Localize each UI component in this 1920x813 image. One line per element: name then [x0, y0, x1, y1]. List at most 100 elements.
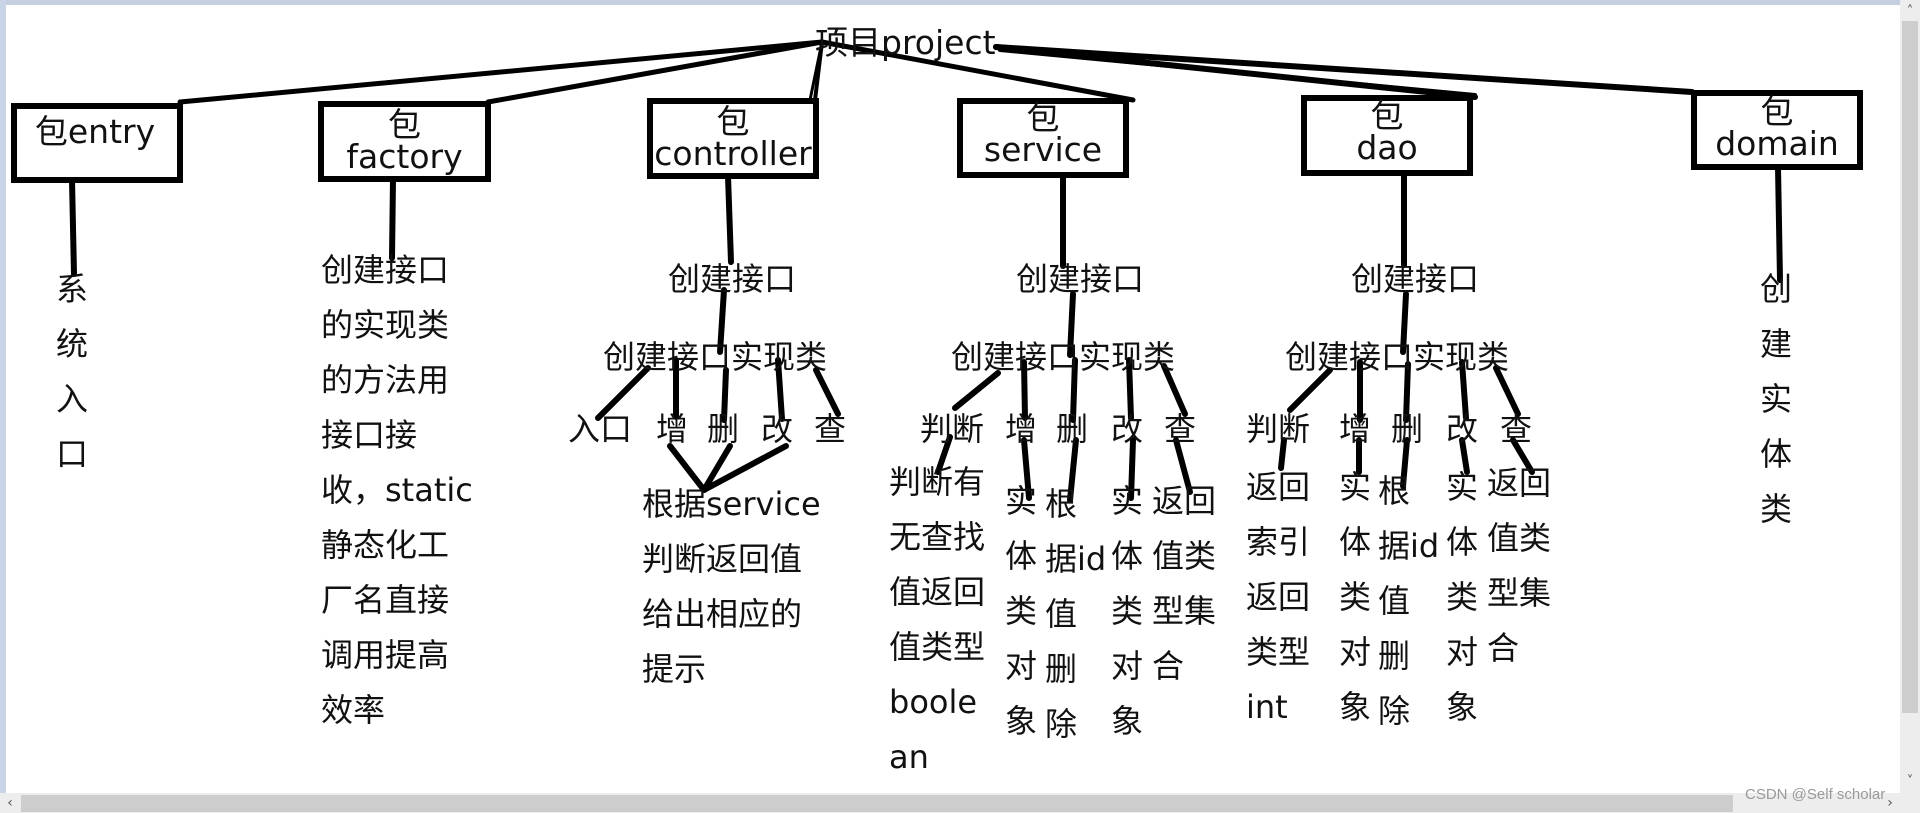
dao-method-query: 查 [1500, 410, 1533, 448]
dao-detail-line: 实 [1446, 468, 1479, 506]
dao-detail-line: 实 [1339, 468, 1372, 506]
dao-detail-line: 型集 [1487, 574, 1552, 612]
factory-desc-line: 效率 [321, 691, 386, 729]
controller-note-line: 根据service [642, 485, 821, 523]
dao-detail-line: 象 [1339, 688, 1372, 726]
controller-note-line: 给出相应的 [642, 595, 803, 633]
dao-detail-line: 体 [1339, 523, 1372, 561]
package-factory-label: 包 factory [324, 108, 485, 173]
service-detail-line: 类 [1005, 592, 1038, 630]
dao-method-add: 增 [1339, 410, 1372, 448]
service-detail-line: an [889, 738, 929, 776]
package-dao-label: 包 dao [1307, 99, 1467, 167]
dao-detail-line: 对 [1446, 633, 1479, 671]
horizontal-scroll-thumb[interactable] [21, 795, 1733, 812]
dao-method-update: 改 [1446, 410, 1479, 448]
package-entry-title: 包entry [34, 112, 156, 151]
service-detail-line: 象 [1005, 702, 1038, 740]
edge-controller-iface [725, 173, 734, 265]
controller-impl-label: 创建接口实现类 [603, 338, 828, 376]
service-impl-label: 创建接口实现类 [951, 338, 1176, 376]
service-detail-line: 值 [1045, 595, 1078, 633]
service-detail-line: 体 [1005, 537, 1038, 575]
factory-desc-line: 的实现类 [321, 306, 450, 344]
domain-desc-char: 实 [1759, 380, 1792, 418]
vertical-scrollbar[interactable]: ˄ ˅ [1900, 0, 1920, 793]
service-detail-delete: 根 据id 值 删 除 [1045, 477, 1106, 752]
domain-description: 创 建 实 体 类 [1756, 262, 1796, 537]
watermark: CSDN @Self scholar [1745, 786, 1886, 803]
vertical-scroll-thumb[interactable] [1902, 21, 1918, 713]
dao-detail-line: 合 [1487, 629, 1520, 667]
controller-method-entry: 入口 [568, 410, 633, 448]
service-detail-update: 实 体 类 对 象 [1111, 474, 1143, 749]
service-detail-line: 返回 [1152, 482, 1217, 520]
service-method-delete: 删 [1056, 410, 1089, 448]
domain-desc-char: 建 [1759, 325, 1792, 363]
horizontal-scrollbar[interactable]: ‹ › [0, 793, 1920, 813]
service-method-add: 增 [1005, 410, 1038, 448]
scroll-down-icon[interactable]: ˅ [1900, 772, 1920, 792]
controller-note-line: 判断返回值 [642, 540, 803, 578]
service-detail-line: 体 [1111, 537, 1144, 575]
scroll-left-icon[interactable]: ‹ [0, 793, 20, 813]
controller-note: 根据service 判断返回值 给出相应的 提示 [642, 477, 821, 697]
package-service-label: 包 service [963, 101, 1123, 169]
service-detail-line: 实 [1005, 482, 1038, 520]
dao-detail-line: 值类 [1487, 519, 1552, 557]
dao-detail-line: 对 [1339, 633, 1372, 671]
domain-desc-char: 体 [1759, 435, 1792, 473]
factory-desc-line: 接口接 [321, 416, 418, 454]
package-dao-name: dao [1356, 128, 1418, 167]
dao-detail-line: 返回 [1246, 578, 1311, 616]
dao-detail-query: 返回 值类 型集 合 [1487, 456, 1551, 676]
factory-description: 创建接口 的实现类 的方法用 接口接 收，static 静态化工 厂名直接 调用… [321, 243, 473, 738]
dao-detail-line: 类 [1446, 578, 1479, 616]
factory-desc-line: 的方法用 [321, 361, 450, 399]
dao-detail-line: 索引 [1246, 523, 1311, 561]
dao-detail-line: 体 [1446, 523, 1479, 561]
controller-method-update: 改 [761, 410, 794, 448]
dao-detail-line: 据id [1378, 527, 1440, 565]
dao-detail-line: 返回 [1246, 468, 1311, 506]
package-service-name: service [983, 130, 1103, 169]
service-detail-line: 象 [1111, 702, 1144, 740]
dao-interface-label: 创建接口 [1351, 260, 1480, 298]
dao-detail-line: 删 [1378, 637, 1411, 675]
service-detail-line: 除 [1045, 705, 1078, 743]
package-domain-name: domain [1715, 124, 1839, 163]
dao-detail-line: 除 [1378, 692, 1411, 730]
dao-detail-check: 返回 索引 返回 类型 int [1246, 460, 1310, 735]
factory-desc-line: 静态化工 [321, 526, 450, 564]
entry-description: 系 统 入 口 [52, 262, 92, 482]
dao-detail-line: 值 [1378, 582, 1411, 620]
package-controller-label: 包 controller [653, 105, 813, 170]
dao-detail-line: 返回 [1487, 464, 1552, 502]
controller-note-line: 提示 [642, 650, 707, 688]
service-detail-line: 值返回 [889, 573, 986, 611]
service-detail-line: 据id [1045, 540, 1107, 578]
service-detail-line: 值类型 [889, 628, 986, 666]
entry-desc-char: 统 [55, 325, 88, 363]
service-detail-line: 型集 [1152, 592, 1217, 630]
service-detail-line: 删 [1045, 650, 1078, 688]
dao-detail-line: int [1246, 688, 1288, 726]
dao-method-delete: 删 [1391, 410, 1424, 448]
dao-detail-update: 实 体 类 对 象 [1446, 460, 1478, 735]
domain-desc-char: 创 [1759, 270, 1792, 308]
service-detail-line: 类 [1111, 592, 1144, 630]
service-interface-label: 创建接口 [1016, 260, 1145, 298]
dao-detail-delete: 根 据id 值 删 除 [1378, 464, 1439, 739]
service-method-update: 改 [1111, 410, 1144, 448]
entry-desc-char: 入 [55, 380, 88, 418]
scroll-up-icon[interactable]: ˄ [1900, 2, 1920, 22]
dao-detail-add: 实 体 类 对 象 [1339, 460, 1371, 735]
service-detail-add: 实 体 类 对 象 [1005, 474, 1037, 749]
edge-root-factory [485, 39, 825, 105]
package-entry-label: 包entry [20, 112, 170, 151]
service-detail-line: 实 [1111, 482, 1144, 520]
factory-desc-line: 创建接口 [321, 251, 450, 289]
service-method-check: 判断 [920, 410, 985, 448]
controller-method-delete: 删 [707, 410, 740, 448]
factory-desc-line: 收，static [321, 471, 473, 509]
